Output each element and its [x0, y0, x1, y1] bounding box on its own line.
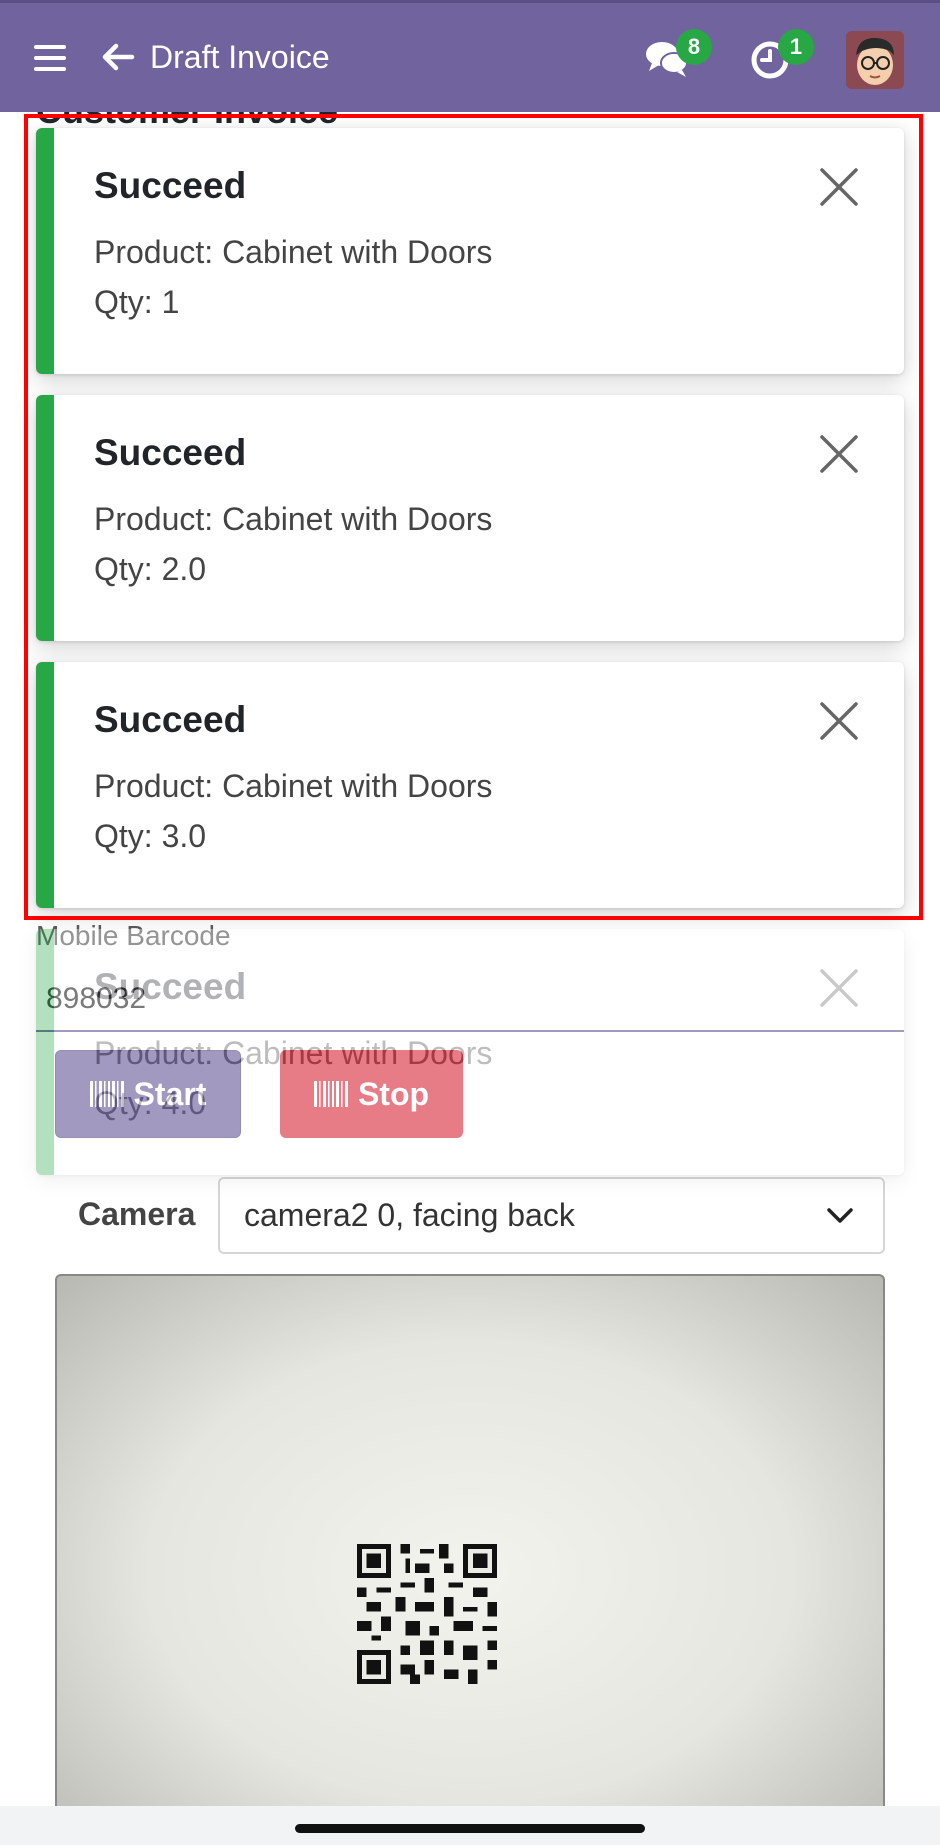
camera-label: Camera — [78, 1196, 196, 1232]
close-icon[interactable] — [818, 967, 860, 1009]
back-arrow-icon[interactable] — [100, 37, 136, 77]
avatar-face-icon — [846, 31, 904, 89]
messages-count-badge: 8 — [676, 29, 712, 65]
notification-qty: Qty: 2.0 — [94, 551, 207, 587]
notification-qty: Qty: 4.0 — [94, 1085, 207, 1121]
home-indicator[interactable] — [295, 1824, 645, 1833]
notification-qty: Qty: 1 — [94, 284, 180, 320]
activities-count-badge: 1 — [778, 29, 814, 65]
avatar[interactable] — [846, 31, 904, 89]
notification-toast: Succeed Product: Cabinet with Doors Qty:… — [36, 395, 904, 641]
notification-title: Succeed — [94, 432, 247, 473]
notification-toast-fading: Succeed Product: Cabinet with Doors Qty:… — [36, 929, 904, 1175]
success-accent-bar — [36, 395, 54, 641]
close-icon[interactable] — [818, 166, 860, 208]
close-icon[interactable] — [818, 700, 860, 742]
notification-product: Product: Cabinet with Doors — [94, 1035, 493, 1071]
success-accent-bar — [36, 128, 54, 374]
chevron-down-icon — [827, 1208, 853, 1223]
notification-product: Product: Cabinet with Doors — [94, 234, 493, 270]
notification-qty: Qty: 3.0 — [94, 818, 207, 854]
notification-title: Succeed — [94, 165, 247, 206]
notification-product: Product: Cabinet with Doors — [94, 768, 493, 804]
camera-preview — [55, 1274, 885, 1814]
notification-product: Product: Cabinet with Doors — [94, 501, 493, 537]
page-title: Draft Invoice — [150, 39, 330, 75]
notification-title: Succeed — [94, 966, 247, 1007]
success-accent-bar — [36, 662, 54, 908]
menu-icon[interactable] — [34, 45, 66, 71]
camera-select-value: camera2 0, facing back — [244, 1197, 575, 1233]
notification-toast: Succeed Product: Cabinet with Doors Qty:… — [36, 128, 904, 374]
top-navbar: Draft Invoice 8 1 — [0, 0, 940, 112]
notification-toast: Succeed Product: Cabinet with Doors Qty:… — [36, 662, 904, 908]
close-icon[interactable] — [818, 433, 860, 475]
notification-title: Succeed — [94, 699, 247, 740]
qr-code-image — [357, 1544, 497, 1684]
camera-select[interactable]: camera2 0, facing back — [218, 1177, 885, 1254]
success-accent-bar — [36, 929, 54, 1175]
